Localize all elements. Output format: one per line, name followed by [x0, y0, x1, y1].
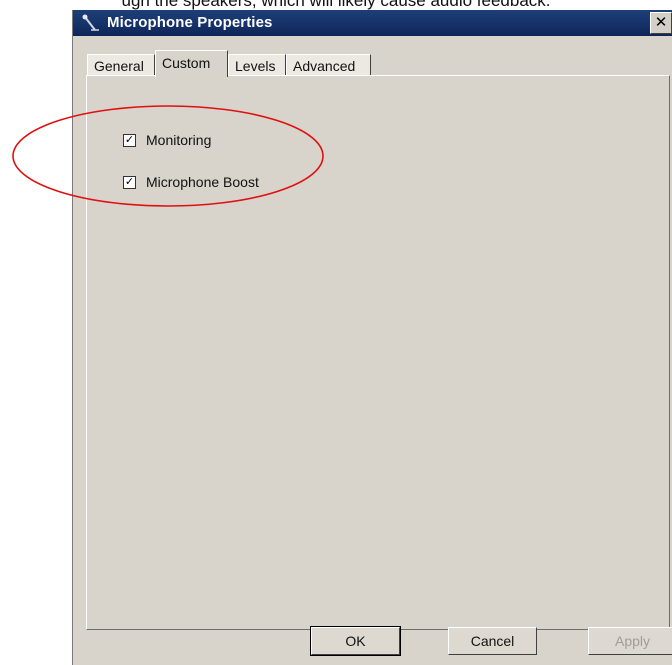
apply-button-label: Apply [614, 633, 651, 649]
window-title: Microphone Properties [107, 14, 273, 31]
close-button[interactable]: ✕ [650, 12, 672, 34]
microphone-boost-check-box[interactable]: ✓ [123, 176, 136, 189]
custom-tab-panel: ✓ Monitoring ✓ Microphone Boost [86, 75, 670, 630]
tab-advanced[interactable]: Advanced [286, 54, 371, 76]
cancel-button[interactable]: Cancel [448, 627, 537, 655]
microphone-icon [81, 14, 101, 32]
tab-custom[interactable]: Custom [155, 50, 228, 77]
cancel-button-label: Cancel [470, 633, 515, 649]
microphone-properties-dialog: Microphone Properties ✕ General Custom L… [72, 10, 672, 665]
close-icon: ✕ [654, 14, 668, 31]
tab-general[interactable]: General [87, 54, 155, 76]
microphone-boost-label[interactable]: Microphone Boost [146, 174, 259, 190]
tab-label: Levels [235, 58, 276, 74]
monitoring-label[interactable]: Monitoring [146, 132, 211, 148]
apply-button[interactable]: Apply [588, 627, 672, 655]
tab-label: Custom [162, 55, 211, 71]
monitoring-check-box[interactable]: ✓ [123, 134, 136, 147]
title-bar[interactable]: Microphone Properties ✕ [73, 10, 672, 36]
tab-levels[interactable]: Levels [228, 54, 286, 76]
ok-button[interactable]: OK [310, 626, 401, 656]
tab-label: General [94, 58, 144, 74]
tab-label: Advanced [293, 58, 356, 74]
ok-button-label: OK [345, 633, 366, 649]
